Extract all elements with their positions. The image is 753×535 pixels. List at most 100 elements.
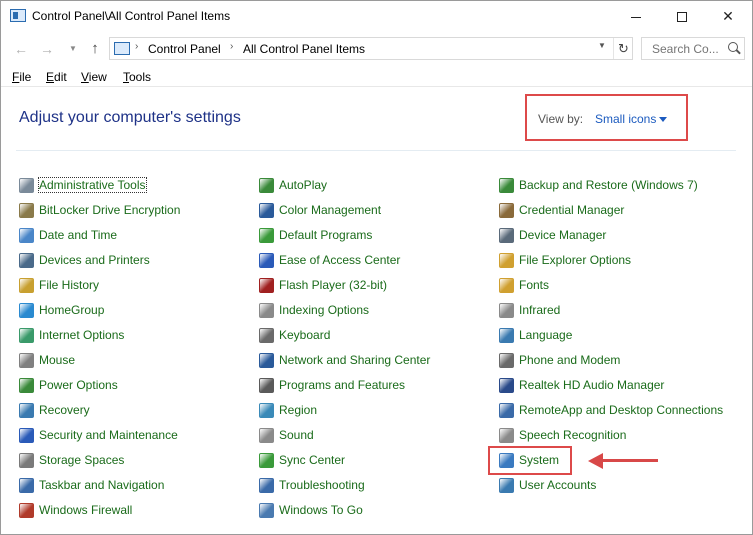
item-label: HomeGroup	[39, 303, 105, 317]
item-label: Flash Player (32-bit)	[279, 278, 388, 292]
power-options-icon	[19, 378, 34, 393]
arrow-annotation-head	[588, 453, 603, 469]
keyboard-icon	[259, 328, 274, 343]
mouse-icon	[19, 353, 34, 368]
programs-and-features-icon	[259, 378, 274, 393]
internet-options-icon	[19, 328, 34, 343]
taskbar-and-navigation-icon	[19, 478, 34, 493]
menu-file[interactable]: File	[12, 70, 31, 84]
refresh-button[interactable]: ↻	[613, 38, 633, 59]
indexing-options-icon	[259, 303, 274, 318]
item-label: Mouse	[39, 353, 76, 367]
security-and-maintenance-icon	[19, 428, 34, 443]
item-label: Region	[279, 403, 318, 417]
item-label: Storage Spaces	[39, 453, 125, 467]
storage-spaces-icon	[19, 453, 34, 468]
item-label: Indexing Options	[279, 303, 370, 317]
item-label: Programs and Features	[279, 378, 406, 392]
arrow-annotation	[601, 459, 658, 462]
bitlocker-drive-encryption-icon	[19, 203, 34, 218]
devices-and-printers-icon	[19, 253, 34, 268]
language-icon	[499, 328, 514, 343]
item-label: Keyboard	[279, 328, 331, 342]
address-dropdown-icon[interactable]: ▼	[598, 41, 606, 50]
item-label: Security and Maintenance	[39, 428, 178, 442]
user-accounts-icon	[499, 478, 514, 493]
address-bar[interactable]: › Control Panel › All Control Panel Item…	[109, 37, 633, 60]
item-label: Date and Time	[39, 228, 118, 242]
menu-tools[interactable]: Tools	[123, 70, 151, 84]
date-and-time-icon	[19, 228, 34, 243]
control-panel-window: Control Panel\All Control Panel Items ✕ …	[0, 0, 753, 535]
menu-view[interactable]: View	[81, 70, 107, 84]
control-panel-icon	[10, 9, 26, 22]
phone-and-modem-icon	[499, 353, 514, 368]
forward-button[interactable]: →	[37, 39, 57, 59]
search-input[interactable]	[642, 38, 726, 59]
item-label: Network and Sharing Center	[279, 353, 431, 367]
recovery-icon	[19, 403, 34, 418]
window-title: Control Panel\All Control Panel Items	[32, 9, 231, 23]
item-label: Realtek HD Audio Manager	[519, 378, 665, 392]
breadcrumb-separator[interactable]: ›	[230, 41, 233, 52]
item-label: Phone and Modem	[519, 353, 621, 367]
search-icon[interactable]	[728, 42, 738, 52]
divider	[16, 150, 736, 151]
sound-icon	[259, 428, 274, 443]
realtek-hd-audio-manager-icon	[499, 378, 514, 393]
item-label: RemoteApp and Desktop Connections	[519, 403, 724, 417]
system-highlight	[488, 446, 572, 475]
autoplay-icon	[259, 178, 274, 193]
administrative-tools-icon	[19, 178, 34, 193]
file-explorer-options-icon	[499, 253, 514, 268]
menu-edit[interactable]: Edit	[46, 70, 67, 84]
item-label: Sound	[279, 428, 314, 442]
item-label: Language	[519, 328, 573, 342]
minimize-button[interactable]	[613, 1, 659, 31]
content-area: Adjust your computer's settings View by:…	[1, 88, 752, 534]
navigation-bar: ← → ▼ ↑ › Control Panel › All Control Pa…	[1, 35, 752, 63]
item-label: Backup and Restore (Windows 7)	[519, 178, 698, 192]
item-label: Ease of Access Center	[279, 253, 401, 267]
close-icon: ✕	[722, 8, 734, 24]
maximize-button[interactable]	[659, 1, 705, 31]
item-label: File History	[39, 278, 100, 292]
infrared-icon	[499, 303, 514, 318]
recent-locations-button[interactable]: ▼	[63, 39, 83, 59]
breadcrumb-control-panel[interactable]: Control Panel	[148, 42, 221, 56]
troubleshooting-icon	[259, 478, 274, 493]
close-button[interactable]: ✕	[705, 1, 751, 31]
view-by-label: View by:	[538, 112, 584, 126]
item-label: Taskbar and Navigation	[39, 478, 165, 492]
item-label: Windows Firewall	[39, 503, 133, 517]
item-label: Internet Options	[39, 328, 125, 342]
speech-recognition-icon	[499, 428, 514, 443]
item-label: Color Management	[279, 203, 382, 217]
view-by-dropdown[interactable]: Small icons	[595, 112, 656, 126]
minimize-icon	[631, 16, 641, 18]
backup-and-restore-windows-7-icon	[499, 178, 514, 193]
page-title: Adjust your computer's settings	[19, 109, 241, 126]
item-label: Default Programs	[279, 228, 373, 242]
search-box[interactable]	[641, 37, 745, 60]
refresh-icon: ↻	[618, 41, 629, 56]
breadcrumb-all-items[interactable]: All Control Panel Items	[243, 42, 365, 56]
item-label: Fonts	[519, 278, 550, 292]
up-button[interactable]: ↑	[85, 39, 105, 59]
remoteapp-and-desktop-connections-icon	[499, 403, 514, 418]
windows-to-go-icon	[259, 503, 274, 518]
item-label: Devices and Printers	[39, 253, 150, 267]
item-label: AutoPlay	[279, 178, 328, 192]
item-label: Sync Center	[279, 453, 346, 467]
flash-player-32-bit-icon	[259, 278, 274, 293]
item-label: Infrared	[519, 303, 561, 317]
item-label: User Accounts	[519, 478, 597, 492]
breadcrumb-separator[interactable]: ›	[135, 41, 138, 52]
back-button[interactable]: ←	[11, 39, 31, 59]
item-label: Windows To Go	[279, 503, 363, 517]
file-history-icon	[19, 278, 34, 293]
maximize-icon	[677, 12, 687, 23]
credential-manager-icon	[499, 203, 514, 218]
title-bar: Control Panel\All Control Panel Items ✕	[1, 1, 752, 31]
chevron-down-icon[interactable]	[659, 117, 667, 122]
